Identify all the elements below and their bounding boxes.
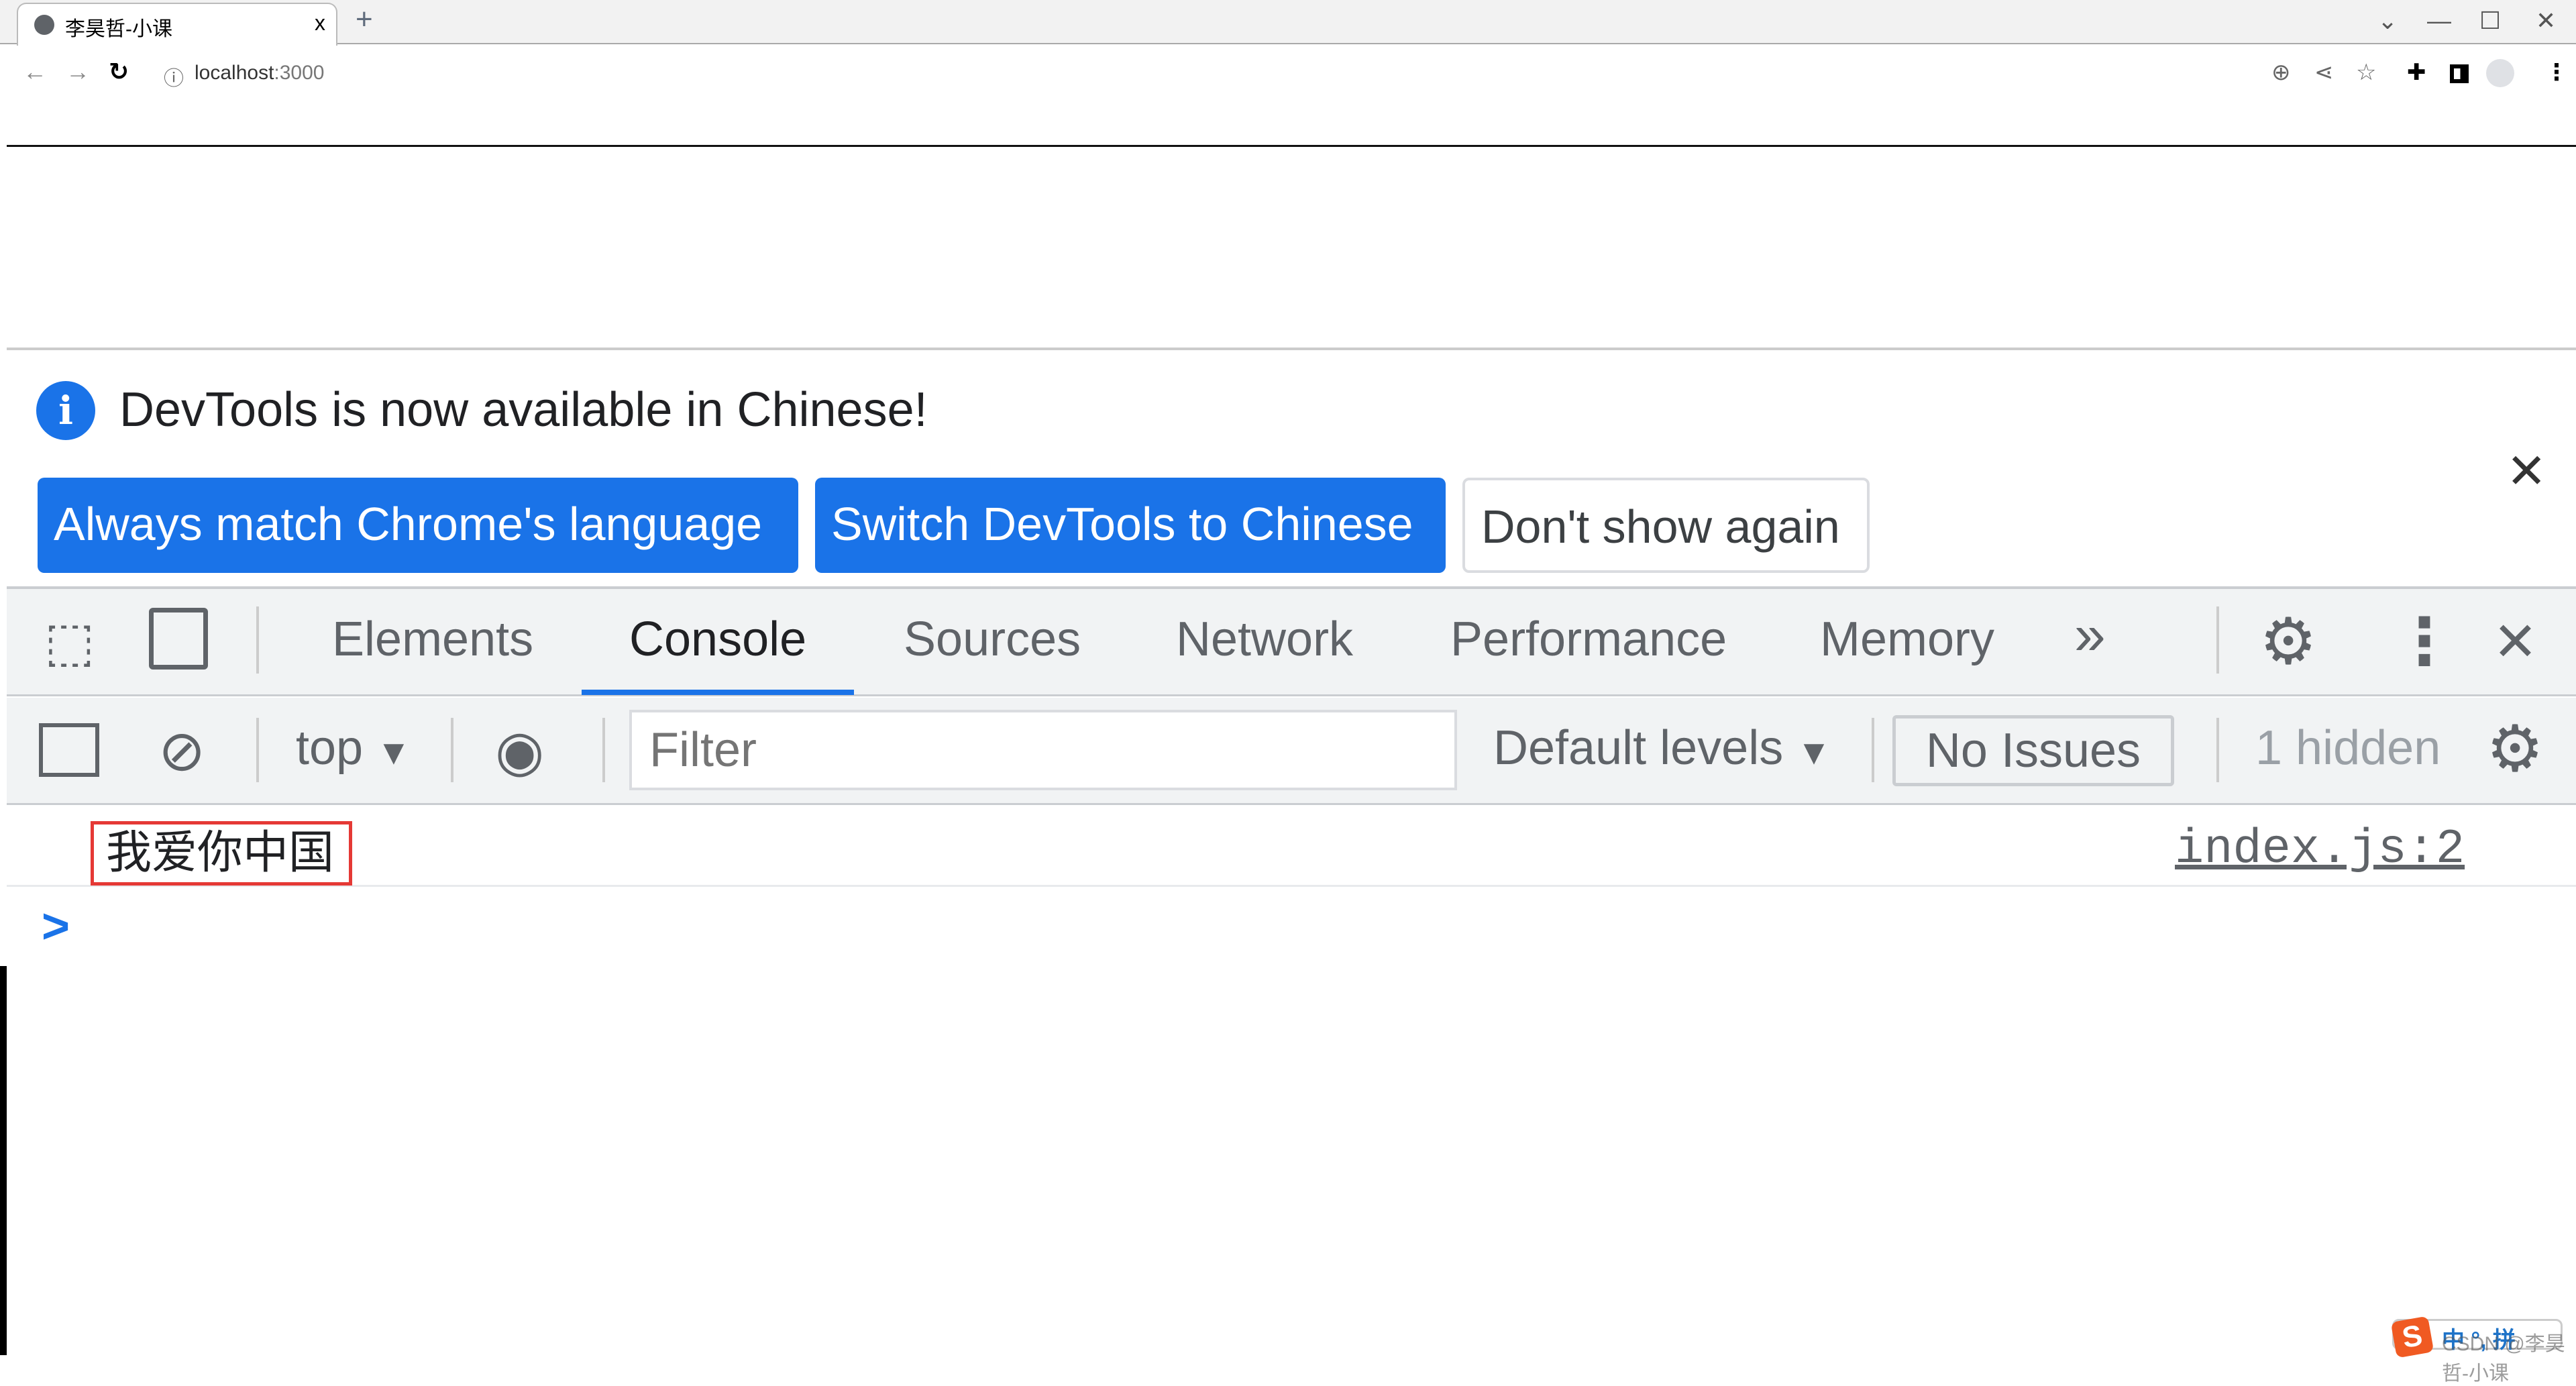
inspect-element-icon[interactable]: ⬚	[44, 610, 95, 673]
context-value: top	[296, 721, 364, 775]
profile-avatar[interactable]	[2486, 59, 2514, 87]
console-message-text: 我爱你中国	[91, 821, 352, 886]
infobar-close-icon[interactable]: ✕	[2506, 443, 2546, 499]
more-tabs-button[interactable]: »	[2074, 602, 2106, 668]
tab-elements[interactable]: Elements	[332, 612, 533, 667]
globe-icon	[34, 15, 54, 35]
zoom-icon[interactable]: ⊕	[2271, 59, 2291, 86]
hidden-count: 1 hidden	[2255, 721, 2441, 775]
tab-close-button[interactable]: x	[315, 11, 325, 36]
separator	[2216, 606, 2219, 674]
tab-strip	[0, 0, 2576, 44]
tab-performance[interactable]: Performance	[1450, 612, 1727, 667]
show-sidebar-icon[interactable]	[39, 723, 99, 777]
sogou-logo-icon: S	[2390, 1316, 2434, 1358]
separator	[256, 718, 259, 782]
separator	[602, 718, 605, 782]
tab-title: 李昊哲-小课	[65, 18, 172, 40]
maximize-button[interactable]: ☐	[2479, 7, 2501, 35]
reload-button[interactable]: ↻	[109, 58, 129, 86]
bookmark-star-icon[interactable]: ☆	[2356, 59, 2376, 86]
minimize-button[interactable]: —	[2427, 7, 2451, 35]
filter-input[interactable]	[629, 710, 1457, 790]
browser-tab[interactable]: 李昊哲-小课 x	[17, 3, 337, 46]
tab-search-chevron-icon[interactable]: ⌄	[2377, 7, 2398, 35]
device-toolbar-icon[interactable]	[149, 608, 208, 670]
url-port: :3000	[274, 62, 325, 84]
live-expression-eye-icon[interactable]: ◉	[495, 718, 544, 784]
tab-memory[interactable]: Memory	[1820, 612, 1994, 667]
url-bar[interactable]: localhost:3000	[195, 62, 324, 85]
source-link[interactable]: index.js:2	[2175, 822, 2465, 877]
window-close-button[interactable]: ✕	[2536, 7, 2556, 35]
customize-menu-icon[interactable]: ⋮	[2392, 604, 2457, 679]
active-tab-indicator	[582, 690, 854, 695]
address-toolbar	[0, 46, 2576, 146]
browser-menu-icon[interactable]: ⋮	[2545, 59, 2568, 86]
side-panel-icon[interactable]	[2450, 64, 2469, 83]
new-tab-button[interactable]: +	[356, 3, 373, 36]
watermark: CSDN @李昊哲-小课	[2442, 1333, 2565, 1385]
context-selector[interactable]: top ▼	[296, 721, 411, 776]
infobar-message: DevTools is now available in Chinese!	[119, 383, 928, 437]
url-host: localhost	[195, 62, 274, 84]
tab-network[interactable]: Network	[1176, 612, 1353, 667]
console-prompt[interactable]: >	[42, 899, 70, 954]
tab-sources[interactable]: Sources	[904, 612, 1081, 667]
left-edge	[0, 966, 7, 1355]
always-match-language-button[interactable]: Always match Chrome's language	[38, 478, 798, 573]
levels-value: Default levels	[1493, 721, 1784, 775]
share-icon[interactable]: ⋖	[2314, 59, 2334, 86]
back-button[interactable]: ←	[23, 58, 47, 86]
dropdown-arrow-icon: ▼	[376, 733, 411, 772]
devtools-close-icon[interactable]: ✕	[2493, 610, 2538, 673]
separator	[1872, 718, 1874, 782]
forward-button[interactable]: →	[66, 58, 90, 86]
clear-console-icon[interactable]: ⊘	[158, 718, 205, 784]
info-icon: i	[36, 381, 95, 440]
dont-show-again-button[interactable]: Don't show again	[1462, 478, 1870, 573]
page-divider	[7, 145, 2576, 147]
separator	[2216, 718, 2219, 782]
separator	[451, 718, 453, 782]
separator	[256, 606, 259, 674]
dropdown-arrow-icon: ▼	[1796, 733, 1831, 772]
log-levels-dropdown[interactable]: Default levels ▼	[1493, 721, 1831, 776]
extensions-puzzle-icon[interactable]: ✚	[2407, 59, 2426, 86]
switch-to-chinese-button[interactable]: Switch DevTools to Chinese	[815, 478, 1446, 573]
site-info-icon[interactable]: ⓘ	[164, 62, 184, 91]
settings-gear-icon[interactable]: ⚙	[2259, 604, 2317, 679]
issues-button[interactable]: No Issues	[1892, 715, 2174, 786]
console-settings-gear-icon[interactable]: ⚙	[2486, 711, 2544, 786]
tab-console[interactable]: Console	[629, 612, 806, 667]
